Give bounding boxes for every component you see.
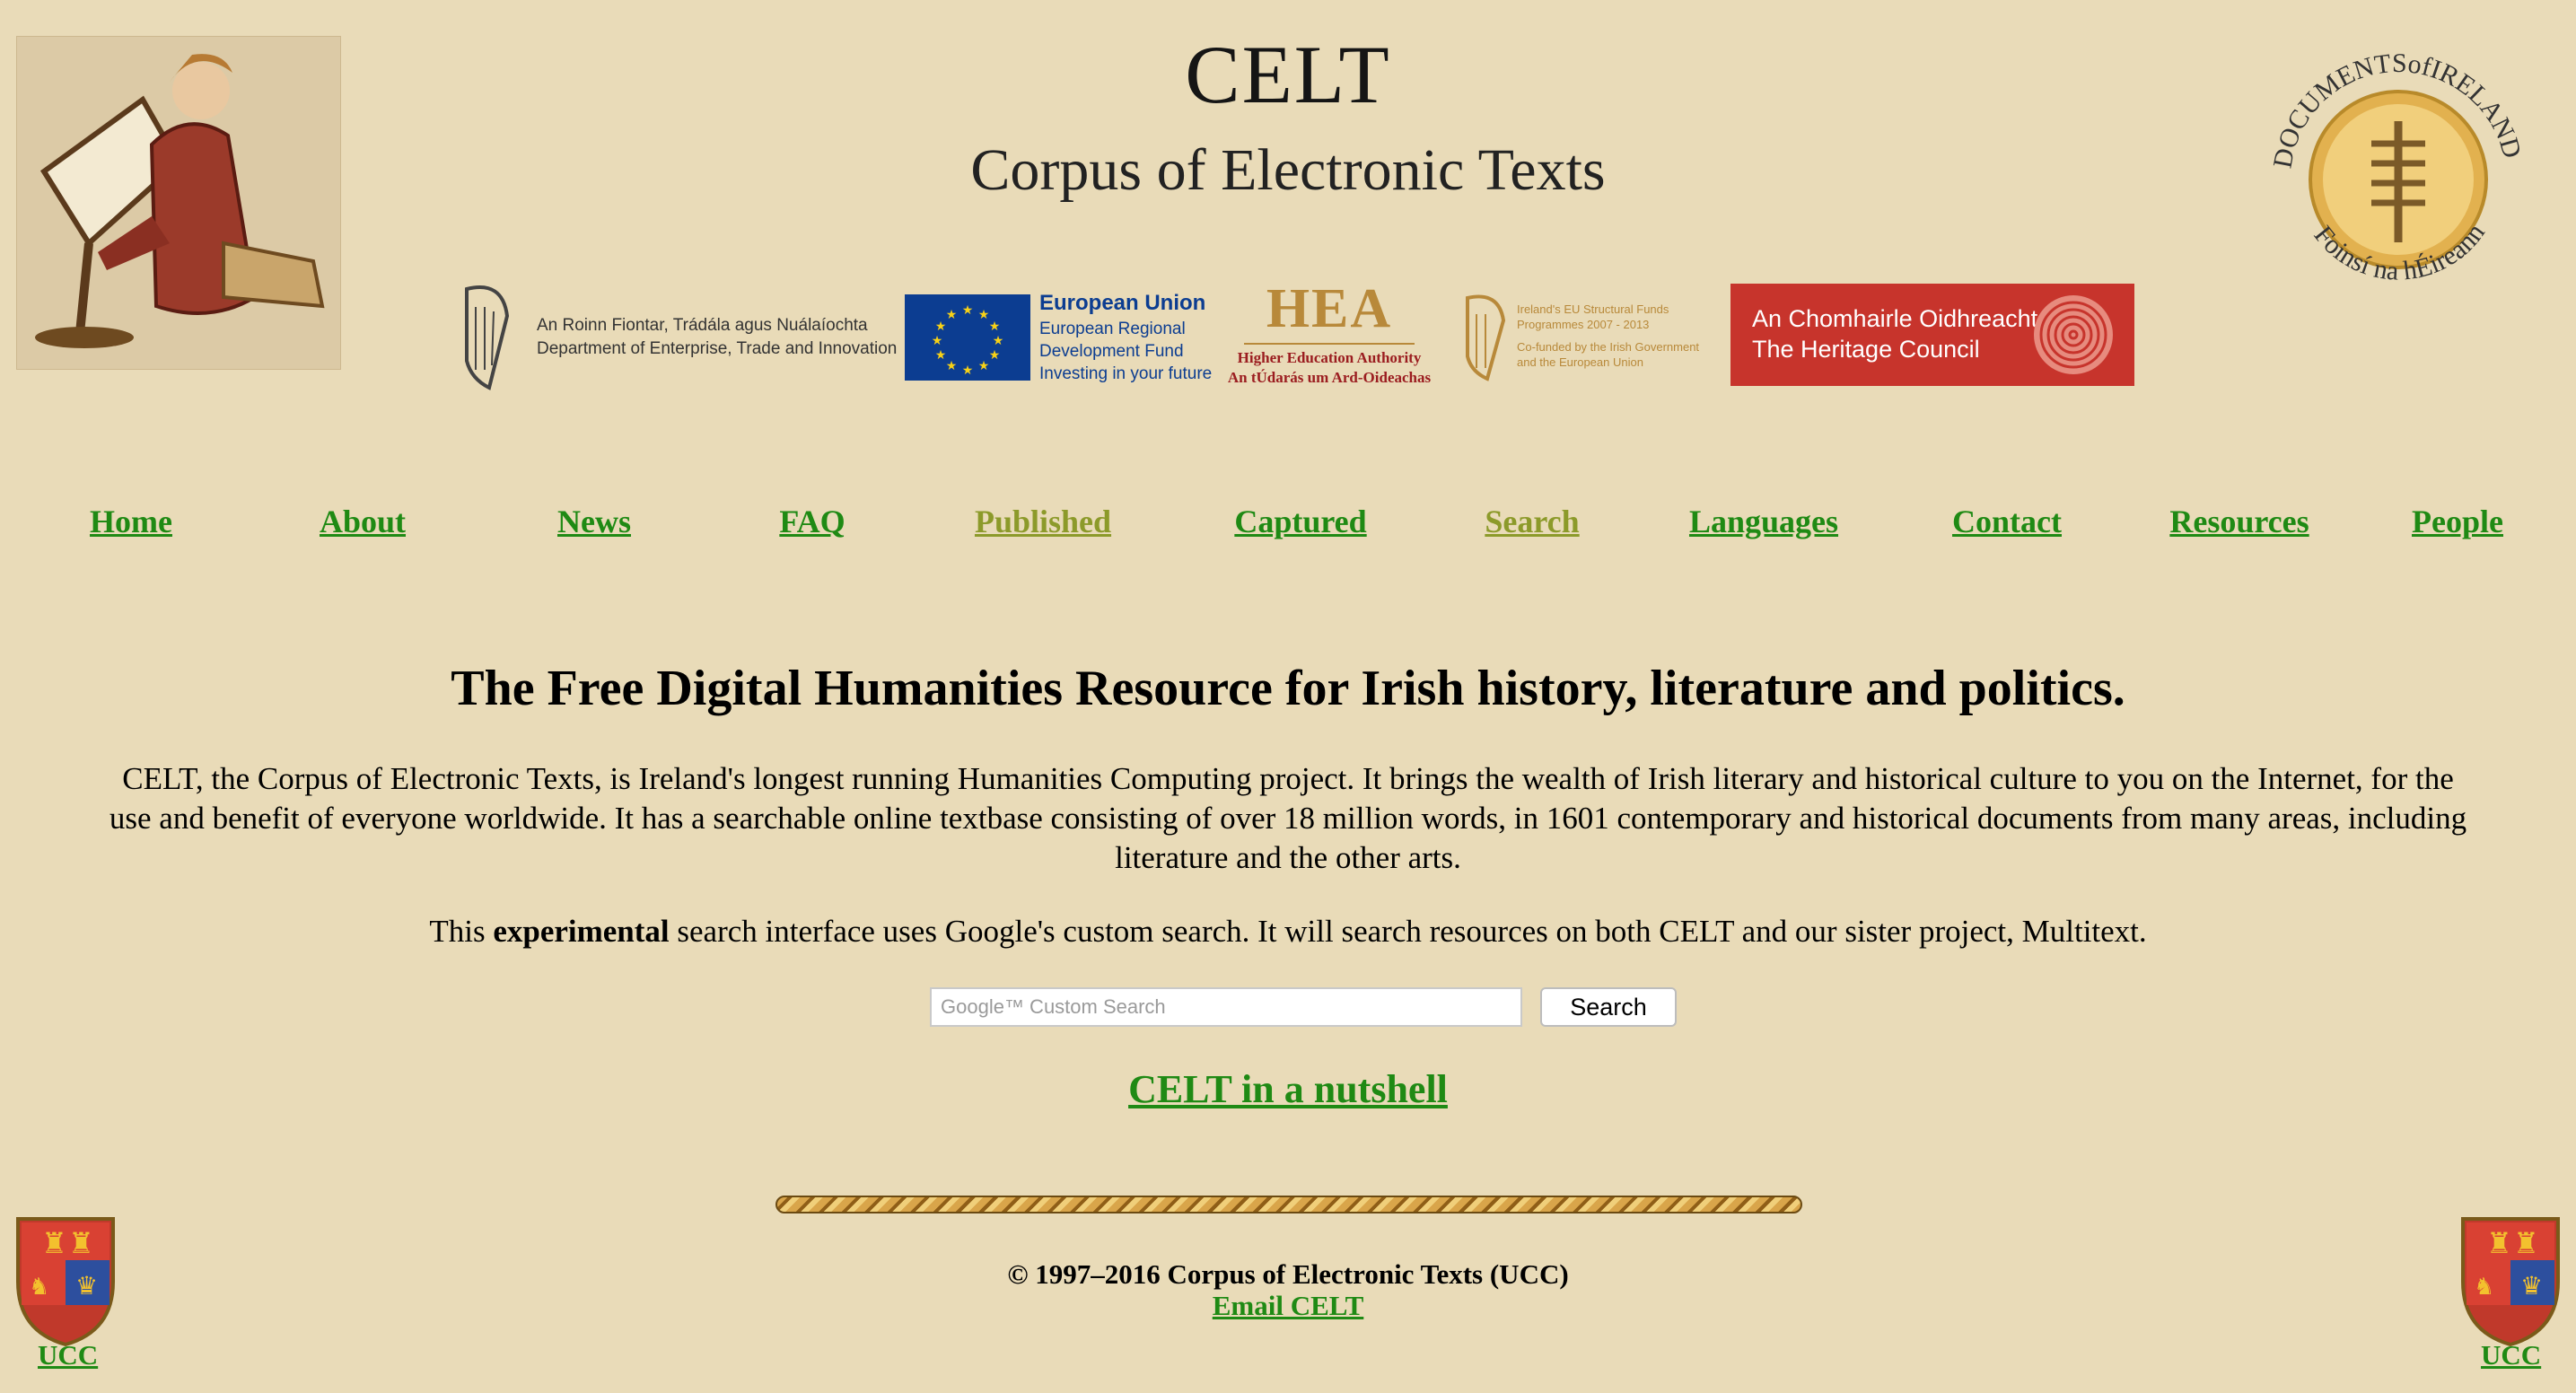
hea-divider (1244, 343, 1415, 345)
nav-news[interactable]: News (557, 503, 631, 540)
hea-english: Higher Education Authority (1237, 349, 1422, 366)
svg-text:★: ★ (993, 334, 1004, 348)
page-headline: The Free Digital Humanities Resource for… (451, 661, 2125, 716)
eu-line: European Regional (1039, 320, 1186, 338)
svg-text:♞: ♞ (2474, 1274, 2494, 1301)
email-link-wrap: Email CELT (0, 1290, 2576, 1322)
heritage-english: The Heritage Council (1752, 336, 1980, 363)
eu-title: European Union (1039, 291, 1206, 315)
nav-languages[interactable]: Languages (1689, 503, 1838, 540)
dept-enterprise-logo: An Roinn Fiontar, Trádála agus Nuálaíoch… (440, 280, 897, 392)
eu-line: Investing in your future (1039, 364, 1213, 383)
search-note-bold: experimental (493, 914, 670, 949)
structural-line: and the European Union (1517, 355, 1643, 369)
dept-line-english: Department of Enterprise, Trade and Inno… (537, 339, 898, 358)
svg-text:★: ★ (962, 364, 974, 378)
svg-text:★: ★ (989, 320, 1001, 334)
heritage-council-logo: An Chomhairle Oidhreachta The Heritage C… (1730, 284, 2134, 386)
hea-logo: HEA Higher Education Authority An tÚdará… (1217, 280, 1441, 392)
search-note-pre: This (429, 914, 494, 949)
nav-contact[interactable]: Contact (1952, 503, 2062, 540)
svg-text:★: ★ (962, 303, 974, 318)
search-note: This experimental search interface uses … (0, 912, 2576, 951)
svg-text:♛: ♛ (75, 1271, 98, 1301)
nav-about[interactable]: About (320, 503, 406, 540)
svg-text:♛: ♛ (2520, 1271, 2543, 1301)
eu-erdf-logo: ★ ★ ★ ★ ★ ★ ★ ★ ★ ★ ★ ★ European Union European … (905, 289, 1212, 388)
structural-funds-logo: Ireland's EU Structural Funds Programmes… (1450, 287, 1719, 390)
svg-text:★: ★ (946, 359, 958, 373)
nav-people[interactable]: People (2412, 503, 2503, 540)
svg-text:★: ★ (935, 320, 947, 334)
svg-text:★: ★ (978, 359, 990, 373)
hea-acronym: HEA (1266, 278, 1393, 339)
nutshell-link-wrap: CELT in a nutshell (0, 1066, 2576, 1112)
dept-line-irish: An Roinn Fiontar, Trádála agus Nuálaíoch… (537, 316, 868, 335)
search-note-post: search interface uses Google's custom se… (669, 914, 2147, 949)
svg-text:♜: ♜ (2513, 1226, 2539, 1260)
nutshell-link[interactable]: CELT in a nutshell (1128, 1067, 1448, 1111)
nav-faq[interactable]: FAQ (779, 503, 845, 540)
ucc-crest-right-icon[interactable]: ♜ ♜ ♛ ♞ (2458, 1213, 2563, 1348)
svg-text:♜: ♜ (2486, 1226, 2512, 1260)
svg-text:★: ★ (978, 308, 990, 322)
email-celt-link[interactable]: Email CELT (1213, 1290, 1364, 1321)
ucc-link-left[interactable]: UCC (38, 1339, 98, 1371)
ucc-crest-left-icon[interactable]: ♜ ♜ ♛ ♞ (13, 1213, 118, 1348)
heritage-irish: An Chomhairle Oidhreachta (1752, 305, 2052, 332)
svg-text:♜: ♜ (41, 1226, 67, 1260)
intro-paragraph: CELT, the Corpus of Electronic Texts, is… (109, 761, 2467, 875)
site-title: CELT (1185, 29, 1391, 120)
eu-text: European Regional Development Fund Inves… (1039, 318, 1212, 385)
copyright-text: © 1997–2016 Corpus of Electronic Texts (… (1007, 1258, 1569, 1290)
fingerprint-icon (2034, 295, 2113, 374)
svg-text:★: ★ (989, 348, 1001, 363)
nav-search[interactable]: Search (1485, 503, 1579, 540)
main-navigation: Home About News FAQ Published Captured S… (0, 503, 2576, 548)
svg-text:★: ★ (935, 348, 947, 363)
custom-search-input[interactable] (930, 987, 1522, 1027)
svg-text:♜: ♜ (68, 1226, 94, 1260)
eu-flag-icon: ★ ★ ★ ★ ★ ★ ★ ★ ★ ★ ★ ★ (905, 294, 1030, 381)
nav-resources[interactable]: Resources (2169, 503, 2309, 540)
structural-line: Programmes 2007 - 2013 (1517, 318, 1650, 331)
hea-irish: An tÚdarás um Ard-Oideachas (1227, 369, 1432, 386)
svg-text:★: ★ (946, 308, 958, 322)
svg-text:♞: ♞ (29, 1274, 49, 1301)
structural-line: Co-funded by the Irish Government (1517, 340, 1700, 354)
search-button[interactable]: Search (1540, 987, 1677, 1027)
nav-published[interactable]: Published (975, 503, 1111, 540)
nav-home[interactable]: Home (90, 503, 172, 540)
ucc-link-right[interactable]: UCC (2481, 1339, 2541, 1371)
structural-line: Ireland's EU Structural Funds (1517, 302, 1669, 316)
site-subtitle: Corpus of Electronic Texts (970, 137, 1606, 203)
nav-captured[interactable]: Captured (1234, 503, 1366, 540)
svg-text:★: ★ (932, 334, 943, 348)
celtic-chain-divider (775, 1196, 1802, 1213)
structural-funds-text: Ireland's EU Structural Funds Programmes… (1517, 302, 1699, 370)
eu-line: Development Fund (1039, 342, 1184, 361)
